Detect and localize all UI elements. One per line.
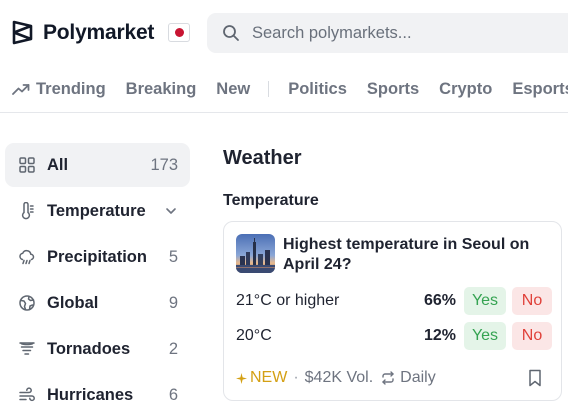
sidebar-item-count: 6 — [168, 385, 178, 404]
buy-yes-button[interactable]: Yes — [464, 287, 506, 315]
buy-no-button[interactable]: No — [512, 322, 552, 350]
nav-label: Politics — [288, 79, 347, 98]
grid-icon — [18, 156, 36, 174]
japan-flag-icon[interactable] — [168, 23, 190, 42]
nav-item-trending[interactable]: Trending — [12, 80, 106, 99]
market-volume: $42K Vol. — [304, 369, 374, 386]
page-title: Weather — [223, 147, 302, 169]
sidebar-item-label: Tornadoes — [47, 339, 131, 358]
sidebar-item-label: All — [47, 155, 69, 174]
market-thumbnail — [236, 234, 275, 273]
new-label: NEW — [250, 369, 288, 386]
chevron-down-icon[interactable] — [164, 204, 178, 218]
header-divider — [0, 112, 568, 113]
market-question[interactable]: Highest temperature in Seoul on April 24… — [283, 235, 551, 275]
outcome-row: 21°C or higher 66% Yes No — [236, 287, 552, 315]
bookmark-icon[interactable] — [527, 369, 543, 387]
nav-item-politics[interactable]: Politics — [288, 80, 347, 99]
logo-text: Polymarket — [43, 20, 155, 44]
outcome-label: 21°C or higher — [236, 292, 340, 309]
sidebar-item-global[interactable]: Global 9 — [5, 281, 190, 325]
buy-no-button[interactable]: No — [512, 287, 552, 315]
sidebar-item-precipitation[interactable]: Precipitation 5 — [5, 235, 190, 279]
polymarket-logo-icon — [12, 20, 33, 45]
search-input[interactable] — [252, 23, 552, 43]
nav-label: Sports — [366, 79, 420, 98]
polymarket-logo[interactable]: Polymarket — [11, 20, 154, 45]
tornado-icon — [18, 340, 36, 358]
nav-label: Crypto — [439, 79, 493, 98]
sidebar-item-label: Global — [47, 293, 99, 312]
recurrence-info: Daily — [381, 369, 436, 387]
nav-item-crypto[interactable]: Crypto — [439, 80, 492, 99]
nav-label: Trending — [36, 79, 106, 98]
wind-icon — [18, 386, 36, 404]
buy-yes-button[interactable]: Yes — [464, 322, 506, 350]
nav-item-sports[interactable]: Sports — [367, 80, 419, 99]
sidebar-item-hurricanes[interactable]: Hurricanes 6 — [5, 373, 190, 410]
outcome-probability: 12% — [423, 327, 456, 344]
outcome-row: 20°C 12% Yes No — [236, 322, 552, 350]
flag-circle — [174, 28, 184, 37]
market-footer: NEW · $42K Vol. Daily — [236, 369, 436, 387]
cloud-rain-icon — [18, 248, 36, 266]
sidebar-item-temperature[interactable]: Temperature — [5, 189, 190, 233]
nav-label: Esports — [512, 79, 568, 98]
market-card[interactable]: Highest temperature in Seoul on April 24… — [223, 221, 562, 401]
sidebar-item-count: 2 — [168, 339, 178, 358]
search-icon — [223, 25, 239, 41]
footer-separator: · — [293, 369, 299, 386]
sidebar-item-count: 5 — [168, 247, 178, 266]
globe-icon — [18, 294, 36, 312]
outcome-label: 20°C — [236, 327, 272, 344]
search-bar[interactable] — [207, 13, 568, 53]
sidebar-item-tornadoes[interactable]: Tornadoes 2 — [5, 327, 190, 371]
nav-divider — [268, 81, 270, 97]
recurrence-label: Daily — [400, 369, 436, 386]
sidebar-item-label: Temperature — [47, 201, 146, 220]
category-nav: Trending Breaking New Politics Sports Cr… — [12, 78, 568, 100]
thermometer-icon — [18, 202, 36, 220]
sidebar-item-count: 9 — [168, 293, 178, 312]
outcome-probability: 66% — [423, 292, 456, 309]
nav-label: New — [216, 79, 251, 98]
sidebar-item-count: 173 — [150, 155, 178, 174]
section-title: Temperature — [223, 192, 319, 209]
nav-item-esports[interactable]: Esports — [512, 80, 568, 99]
sidebar-item-label: Hurricanes — [47, 385, 134, 404]
sidebar-item-all[interactable]: All 173 — [5, 143, 190, 187]
sparkle-icon — [236, 372, 247, 384]
new-badge: NEW — [236, 369, 287, 387]
sidebar-item-label: Precipitation — [47, 247, 147, 266]
nav-item-new[interactable]: New — [216, 80, 250, 99]
trending-up-icon — [12, 84, 30, 95]
repeat-icon — [382, 371, 394, 385]
nav-item-breaking[interactable]: Breaking — [126, 80, 197, 99]
nav-label: Breaking — [125, 79, 197, 98]
